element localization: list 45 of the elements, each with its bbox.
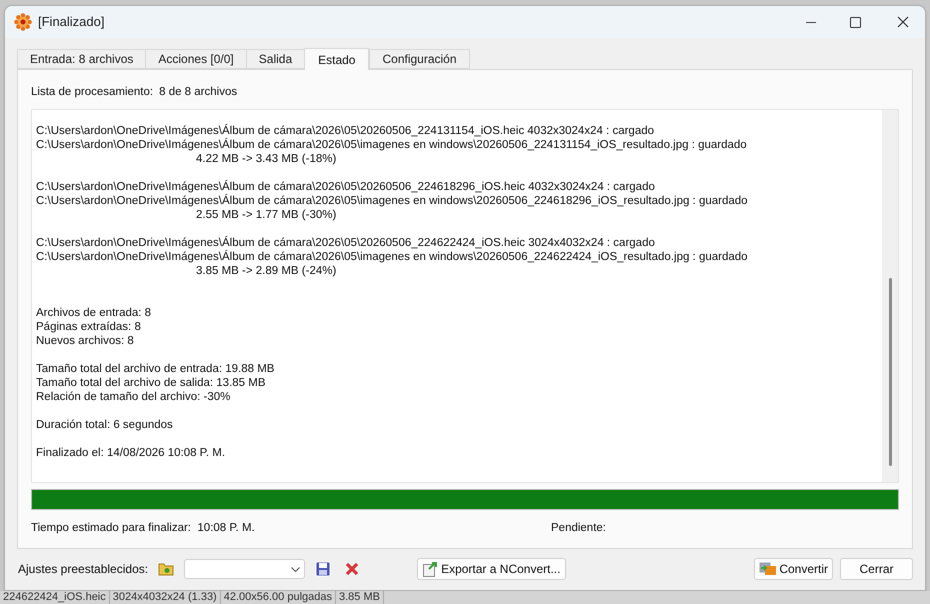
size-change-line: 3.85 MB -> 2.89 MB (-24%) — [195, 264, 338, 278]
summary-line: Duración total: 6 segundos — [36, 418, 174, 432]
status-bar-text: 224622424_iOS.heic — [0, 591, 110, 604]
convert-icon — [759, 562, 778, 576]
convert-button[interactable]: Convertir — [754, 558, 833, 580]
tab[interactable]: Estado — [304, 48, 370, 70]
tab[interactable]: Salida — [246, 49, 304, 69]
summary-line: Tamaño total del archivo de entrada: 19.88 MB — [36, 362, 276, 376]
status-bar-text: 3024x4032x24 (1.33) — [110, 591, 221, 604]
presets-label: Ajustes preestablecidos: — [18, 561, 148, 578]
app-logo-icon — [14, 13, 32, 31]
status-bar-text: 42.00x56.00 pulgadas — [220, 591, 336, 604]
scrollbar[interactable] — [882, 110, 898, 482]
tab[interactable]: Configuración — [369, 49, 470, 69]
log-line: C:\Users\ardon\OneDrive\Imágenes\Álbum de cámara\2026\05\20260506_224131154_iOS.heic 4032x3024x24 : cargado — [36, 124, 656, 138]
status-bar-text: 3.85 MB — [336, 591, 384, 604]
pending-text: Pendiente: — [551, 521, 606, 536]
size-change-line: 2.55 MB -> 1.77 MB (-30%) — [195, 208, 338, 222]
chevron-down-icon — [291, 566, 300, 572]
tab[interactable]: Entrada: 8 archivos — [17, 49, 146, 69]
close-button[interactable]: Cerrar — [840, 558, 913, 580]
folder-icon[interactable] — [158, 562, 174, 576]
summary-line: Tamaño total del archivo de salida: 13.85 MB — [36, 376, 266, 390]
log-line: C:\Users\ardon\OneDrive\Imágenes\Álbum de cámara\2026\05\20260506_224622424_iOS.heic 3024x4032x24 : cargado — [36, 236, 656, 250]
tab[interactable]: Acciones [0/0] — [145, 49, 246, 69]
processing-list-count: 8 de 8 archivos — [159, 85, 238, 100]
delete-icon[interactable] — [345, 562, 360, 576]
summary-line: Finalizado el: 14/08/2026 10:08 P. M. — [36, 446, 226, 460]
processing-list-label: Lista de procesamiento: — [31, 85, 154, 100]
summary-line: Relación de tamaño del archivo: -30% — [36, 390, 232, 404]
summary-line: Páginas extraídas: 8 — [36, 320, 142, 334]
export-button[interactable]: Exportar a NConvert... — [417, 558, 566, 580]
summary-line: Nuevos archivos: 8 — [36, 334, 135, 348]
summary-line: Archivos de entrada: 8 — [36, 306, 152, 320]
close-icon[interactable] — [897, 16, 909, 28]
maximize-icon[interactable] — [850, 16, 861, 28]
log-line: C:\Users\ardon\OneDrive\Imágenes\Álbum de cámara\2026\05\imagenes en windows\20260506_224131154_iOS_resultado.jpg : guardado — [36, 138, 748, 152]
save-icon[interactable] — [316, 562, 330, 576]
log-line: C:\Users\ardon\OneDrive\Imágenes\Álbum de cámara\2026\05\20260506_224618296_iOS.heic 4032x3024x24 : cargado — [36, 180, 656, 194]
log-line: C:\Users\ardon\OneDrive\Imágenes\Álbum de cámara\2026\05\imagenes en windows\20260506_224618296_iOS_resultado.jpg : guardado — [36, 194, 749, 208]
log-line: C:\Users\ardon\OneDrive\Imágenes\Álbum de cámara\2026\05\imagenes en windows\20260506_224622424_iOS_resultado.jpg : guardado — [36, 250, 749, 264]
size-change-line: 4.22 MB -> 3.43 MB (-18%) — [195, 152, 338, 166]
estimated-time-text: Tiempo estimado para finalizar: 10:08 P. M. — [31, 521, 256, 536]
export-icon — [423, 561, 438, 577]
window-title: [Finalizado] — [38, 13, 104, 32]
